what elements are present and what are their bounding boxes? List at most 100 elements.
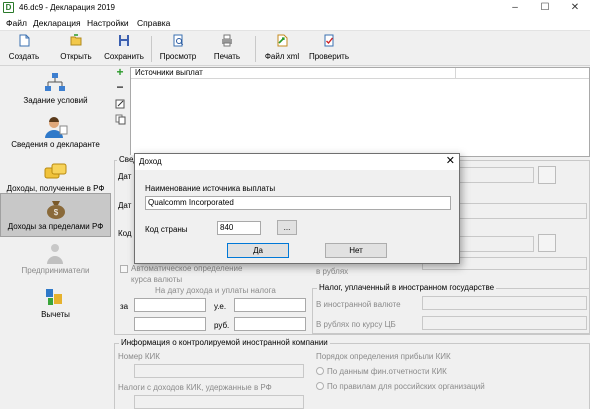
create-button[interactable]: Создать	[6, 34, 42, 64]
save-label: Сохранить	[104, 52, 144, 61]
tax-in-currency-field	[422, 296, 587, 310]
nav-label: Задание условий	[23, 96, 88, 105]
toolbar: Создать Открыть Сохранить Просмотр Печат…	[0, 32, 590, 66]
nav-item-deductions[interactable]: Вычеты	[0, 282, 111, 326]
toolbar-separator	[151, 36, 152, 62]
close-button[interactable]: ✕	[560, 0, 590, 16]
xml-file-icon	[277, 34, 288, 47]
tax-in-currency-label: В иностранной валюте	[316, 300, 401, 309]
nav-item-declarant[interactable]: Сведения о декларанте	[0, 112, 111, 156]
kik-number-label: Номер КИК	[118, 352, 160, 361]
user-icon	[45, 117, 68, 138]
country-code-label: Код страны	[145, 225, 188, 234]
rub-label: руб.	[214, 321, 230, 330]
left-navigation: Задание условий Сведения о декларанте До…	[0, 66, 111, 409]
country-browse-button[interactable]: ...	[277, 220, 297, 235]
kik-radio-financial[interactable]	[316, 367, 324, 375]
rate-amount-field[interactable]	[134, 317, 206, 331]
tax-in-rubles-field	[422, 316, 587, 330]
nav-label: Сведения о декларанте	[11, 140, 100, 149]
kik-number-field	[134, 364, 304, 378]
income-dialog: Доход ✕ Наименование источника выплаты Q…	[134, 153, 460, 264]
auto-rate-checkbox[interactable]	[120, 265, 128, 273]
source-input[interactable]: Qualcomm Incorporated	[145, 196, 451, 210]
nav-label: Доходы за пределами РФ	[7, 222, 104, 231]
nav-item-income-abroad[interactable]: $ Доходы за пределами РФ	[0, 193, 111, 237]
title-bar: D 46.dc9 - Декларация 2019 – ☐ ✕	[0, 0, 590, 16]
deductions-icon	[46, 289, 62, 305]
nav-label: Предприниматели	[21, 266, 90, 275]
nav-item-conditions[interactable]: Задание условий	[0, 68, 111, 112]
toolbar-separator	[255, 36, 256, 62]
kik-radio-russian-rules-label: По правилам для российских организаций	[327, 382, 485, 391]
menu-settings[interactable]: Настройки	[87, 18, 129, 28]
save-button[interactable]: Сохранить	[102, 34, 146, 64]
auto-rate-label: Автоматическое определение	[131, 264, 243, 273]
payers-list-header: Источники выплат	[131, 68, 589, 79]
xml-file-label: Файл xml	[264, 52, 300, 61]
check-button[interactable]: Проверить	[306, 34, 352, 64]
create-label: Создать	[8, 52, 40, 61]
xml-file-button[interactable]: Файл xml	[262, 34, 302, 64]
za-label: за	[120, 302, 129, 311]
menu-file[interactable]: Файл	[6, 18, 27, 28]
print-button[interactable]: Печать	[210, 34, 244, 64]
in-rubles-label: в рублях	[316, 267, 349, 276]
copy-icon[interactable]	[115, 114, 126, 125]
kik-radio-russian-rules[interactable]	[316, 382, 324, 390]
date1-label: Дат	[118, 172, 132, 181]
rate-units-field[interactable]	[234, 298, 306, 312]
money-stack-icon	[44, 163, 67, 179]
remove-payer-button[interactable]: −	[114, 81, 126, 94]
dialog-title: Доход	[139, 157, 162, 166]
check-document-icon	[324, 34, 334, 47]
tax-in-rubles-label: В рублях по курсу ЦБ	[316, 320, 396, 329]
code-label: Код	[118, 229, 132, 238]
dialog-title-bar: Доход ✕	[135, 154, 459, 170]
payers-list[interactable]: Источники выплат	[130, 67, 590, 157]
check-label: Проверить	[308, 52, 349, 61]
open-button[interactable]: Открыть	[56, 34, 96, 64]
nav-label: Доходы, полученные в РФ	[6, 184, 105, 193]
kik-taxes-label: Налоги с доходов КИК, удержанные в РФ	[118, 383, 272, 392]
app-icon: D	[3, 2, 14, 13]
kik-taxes-field	[134, 395, 304, 409]
source-label: Наименование источника выплаты	[145, 184, 276, 193]
new-document-icon	[19, 34, 30, 47]
maximize-button[interactable]: ☐	[530, 0, 560, 16]
preview-icon	[173, 34, 184, 47]
floppy-disk-icon	[119, 35, 129, 46]
svg-text:$: $	[54, 208, 59, 217]
rate-for-units-field[interactable]	[134, 298, 206, 312]
dialog-close-button[interactable]: ✕	[446, 155, 455, 168]
yes-button[interactable]: Да	[227, 243, 289, 258]
open-label: Открыть	[60, 52, 92, 61]
open-folder-icon	[70, 34, 82, 46]
foreign-tax-group-title: Налог, уплаченный в иностранном государс…	[317, 283, 497, 292]
column-header-payers[interactable]: Источники выплат	[131, 68, 456, 79]
date2-label: Дат	[118, 201, 132, 210]
menu-declaration[interactable]: Декларация	[33, 18, 81, 28]
window-title: 46.dc9 - Декларация 2019	[19, 3, 116, 12]
rate-rub-field[interactable]	[234, 317, 306, 331]
businessman-icon	[47, 244, 63, 264]
country-code-input[interactable]: 840	[217, 221, 261, 235]
kik-profit-order-label: Порядок определения прибыли КИК	[316, 352, 451, 361]
menu-help[interactable]: Справка	[137, 18, 170, 28]
date-hint-label: На дату дохода и уплаты налога	[155, 286, 276, 295]
preview-label: Просмотр	[159, 52, 197, 61]
nav-label: Вычеты	[41, 310, 70, 319]
kik-group-title: Информация о контролируемой иностранной …	[119, 338, 330, 347]
right-field-1-button[interactable]	[538, 166, 556, 184]
kik-radio-financial-label: По данным фин.отчетности КИК	[327, 367, 447, 376]
print-label: Печать	[213, 52, 241, 61]
right-field-3-button[interactable]	[538, 234, 556, 252]
add-payer-button[interactable]: +	[114, 66, 126, 79]
auto-rate-label-line2: курса валюты	[131, 275, 183, 284]
preview-button[interactable]: Просмотр	[156, 34, 200, 64]
menu-bar: Файл Декларация Настройки Справка	[0, 16, 590, 31]
money-bag-icon: $	[47, 201, 65, 219]
edit-icon[interactable]	[115, 98, 126, 109]
no-button[interactable]: Нет	[325, 243, 387, 258]
minimize-button[interactable]: –	[500, 0, 530, 16]
